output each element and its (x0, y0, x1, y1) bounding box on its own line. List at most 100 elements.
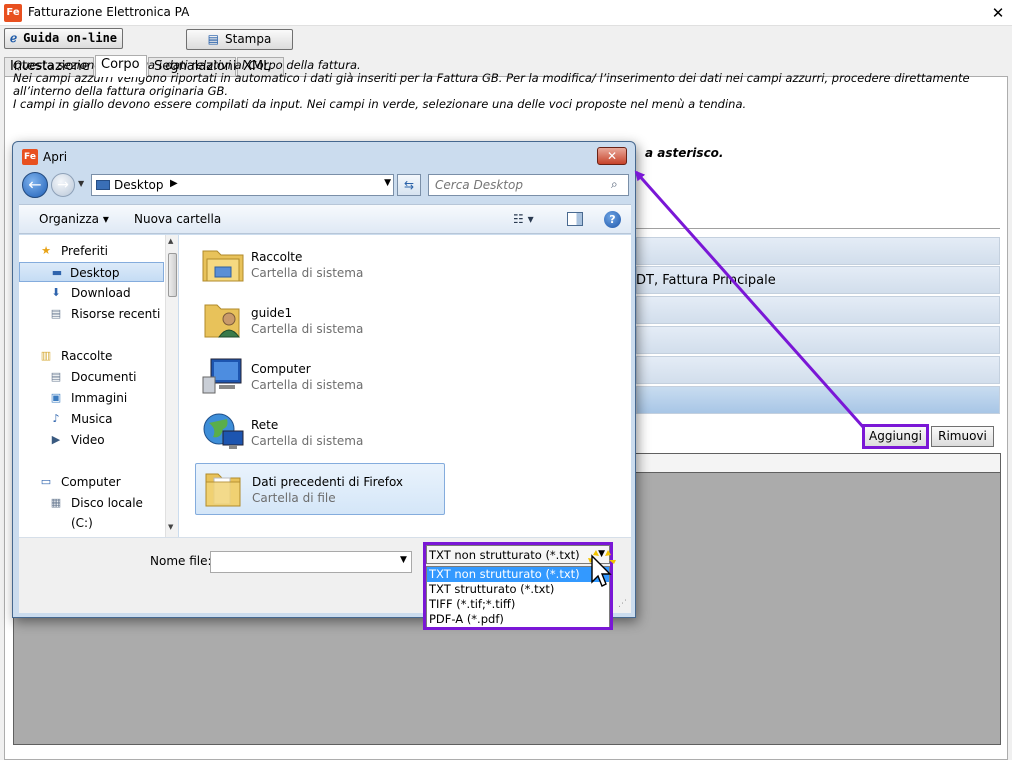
info-line: I campi in giallo devono essere compilat… (13, 97, 747, 111)
help-e-icon: ℯ (9, 31, 18, 45)
filetype-select[interactable]: TXT non strutturato (*.txt) ▼ (426, 545, 610, 564)
organizza-menu[interactable]: Organizza ▾ (39, 212, 109, 226)
folder-icon (205, 473, 241, 507)
file-type: Cartella di sistema (251, 378, 364, 392)
app-logo-icon: Fe (22, 149, 38, 165)
scroll-up-icon[interactable]: ▲ (168, 237, 173, 245)
file-list: Raccolte Cartella di sistema guide1 Cart… (179, 235, 631, 537)
computer-icon: ▭ (40, 475, 52, 488)
desktop-icon (96, 180, 110, 190)
file-name: Rete (251, 418, 279, 432)
file-item-rete[interactable]: Rete Cartella di sistema (195, 407, 445, 459)
nav-scrollbar[interactable]: ▲ ▼ (165, 235, 178, 537)
file-item-computer[interactable]: Computer Cartella di sistema (195, 351, 445, 403)
close-icon[interactable]: ✕ (988, 3, 1008, 23)
dialog-title: Apri (43, 150, 68, 164)
change-view-icon[interactable]: ☷ ▾ (513, 212, 534, 226)
chevron-down-icon[interactable]: ▼ (384, 178, 391, 188)
chevron-down-icon[interactable]: ▼ (400, 555, 407, 565)
address-bar[interactable]: Desktop ▶ ▼ (91, 174, 394, 196)
computer-icon (202, 358, 242, 394)
navigation-pane: ★ Preferiti ▬ Desktop ⬇ Download ▤ Risor… (19, 235, 178, 537)
dialog-close-button[interactable]: ✕ (597, 147, 627, 165)
nav-item-preferiti[interactable]: ★ Preferiti (19, 241, 164, 261)
nav-item-video[interactable]: ▶ Video (19, 430, 164, 450)
chevron-down-icon[interactable]: ▼ (598, 549, 605, 559)
stampa-button[interactable]: ▤ Stampa (186, 29, 293, 50)
printer-icon: ▤ (207, 32, 219, 46)
guida-online-button[interactable]: ℯ Guida on-line (4, 28, 123, 49)
nav-item-label: Video (71, 433, 105, 447)
resize-grip-icon[interactable]: ⋰ (618, 599, 627, 609)
forward-arrow-icon[interactable]: → (51, 173, 75, 197)
filetype-option[interactable]: TXT non strutturato (*.txt) (427, 567, 609, 582)
nav-item-disco-locale[interactable]: ▦ Disco locale (C:) (19, 493, 164, 530)
file-name: guide1 (251, 306, 293, 320)
recent-icon: ▤ (50, 307, 62, 320)
filename-input[interactable] (210, 551, 412, 573)
nav-item-label: Documenti (71, 370, 137, 384)
search-icon[interactable]: ⌕ (611, 177, 618, 192)
window-titlebar: Fe Fatturazione Elettronica PA ✕ (0, 0, 1012, 26)
libraries-folder-icon (202, 250, 244, 282)
nav-item-label: Desktop (70, 266, 120, 280)
section-row-selected[interactable] (636, 386, 1000, 414)
chevron-right-icon[interactable]: ▶ (170, 178, 178, 189)
info-bold-text: a asterisco. (645, 146, 724, 160)
guida-online-label: Guida on-line (23, 31, 118, 45)
preview-pane-icon[interactable] (567, 212, 583, 226)
file-item-guide1[interactable]: guide1 Cartella di sistema (195, 295, 445, 347)
nav-item-download[interactable]: ⬇ Download (19, 283, 164, 303)
filetype-option[interactable]: TIFF (*.tif;*.tiff) (427, 597, 609, 612)
filetype-option[interactable]: TXT strutturato (*.txt) (427, 582, 609, 597)
aggiungi-button[interactable]: Aggiungi (864, 426, 927, 447)
music-icon: ♪ (52, 412, 60, 425)
nav-item-risorse-recenti[interactable]: ▤ Risorse recenti (19, 304, 164, 324)
nav-item-documenti[interactable]: ▤ Documenti (19, 367, 164, 387)
divider (636, 228, 1000, 229)
scroll-thumb[interactable] (168, 253, 177, 297)
stampa-label: Stampa (225, 32, 272, 46)
filetype-option[interactable]: PDF-A (*.pdf) (427, 612, 609, 627)
nav-item-label: Preferiti (61, 244, 108, 258)
nav-item-label: Download (71, 286, 131, 300)
file-type: Cartella di sistema (251, 434, 364, 448)
nav-item-immagini[interactable]: ▣ Immagini (19, 388, 164, 408)
nav-item-label: Disco locale (C:) (71, 496, 143, 530)
section-row[interactable] (636, 237, 1000, 265)
help-icon[interactable]: ? (604, 211, 621, 228)
nav-item-label: Immagini (71, 391, 128, 405)
nuova-cartella-button[interactable]: Nuova cartella (134, 212, 221, 226)
file-item-dati-firefox[interactable]: Dati precedenti di Firefox Cartella di f… (195, 463, 445, 515)
nav-item-computer[interactable]: ▭ Computer (19, 472, 164, 492)
user-folder-icon (204, 304, 240, 338)
history-dropdown-icon[interactable]: ▼ (78, 179, 88, 188)
search-input[interactable] (428, 174, 629, 196)
section-row-label: DT, Fattura Principale (636, 273, 776, 288)
filetype-options-list: TXT non strutturato (*.txt) TXT struttur… (426, 566, 610, 628)
nav-item-raccolte[interactable]: ▥ Raccolte (19, 346, 164, 366)
address-text: Desktop (114, 178, 164, 192)
nav-item-label: Risorse recenti (71, 307, 161, 321)
tab-corpo[interactable]: Corpo (95, 55, 147, 77)
rimuovi-button[interactable]: Rimuovi (931, 426, 994, 447)
filename-label: Nome file: (150, 554, 212, 568)
section-row[interactable] (636, 326, 1000, 354)
file-type: Cartella di sistema (251, 266, 364, 280)
nav-item-label: Computer (61, 475, 121, 489)
section-row[interactable] (636, 296, 1000, 324)
nav-item-musica[interactable]: ♪ Musica (19, 409, 164, 429)
nav-item-label: Raccolte (61, 349, 113, 363)
filetype-selected: TXT non strutturato (*.txt) (429, 548, 580, 562)
file-item-raccolte[interactable]: Raccolte Cartella di sistema (195, 239, 445, 291)
disk-icon: ▦ (50, 496, 62, 509)
nav-item-desktop[interactable]: ▬ Desktop (19, 262, 164, 282)
section-row[interactable] (636, 356, 1000, 384)
back-arrow-icon[interactable]: ← (22, 172, 48, 198)
refresh-icon[interactable]: ⇆ (397, 174, 421, 196)
documents-icon: ▤ (50, 370, 62, 383)
file-name: Dati precedenti di Firefox (252, 475, 404, 489)
pictures-icon: ▣ (50, 391, 62, 404)
file-type: Cartella di sistema (251, 322, 364, 336)
scroll-down-icon[interactable]: ▼ (168, 523, 173, 531)
